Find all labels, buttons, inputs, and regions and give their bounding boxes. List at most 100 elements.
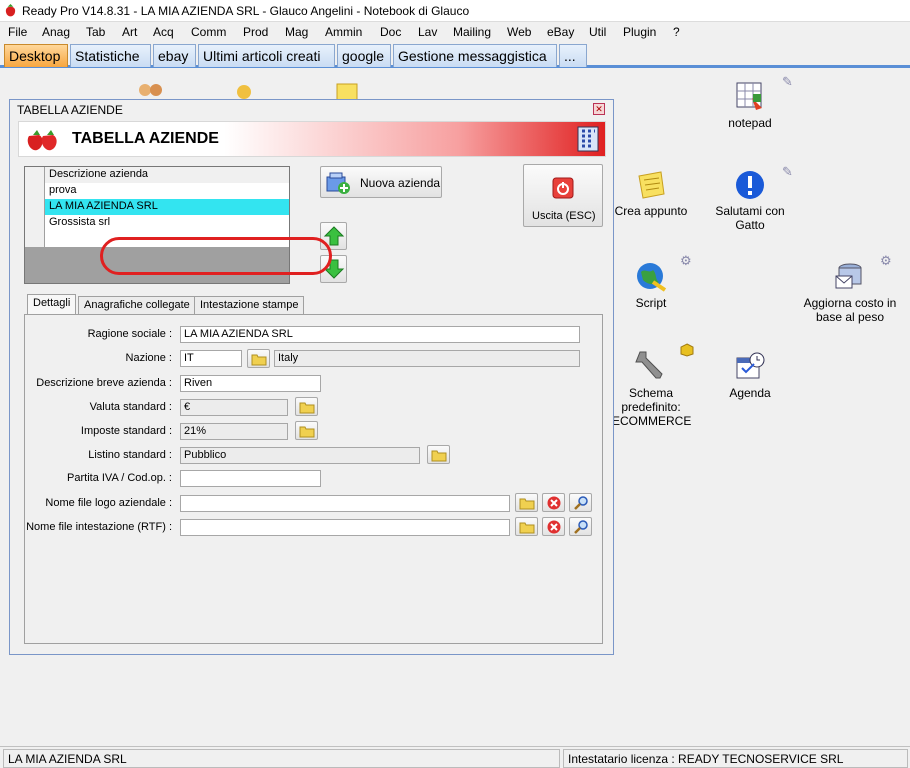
table-row[interactable]: prova	[25, 183, 289, 199]
menu-comm[interactable]: Comm	[191, 25, 226, 39]
menu-lav[interactable]: Lav	[418, 25, 437, 39]
menu-doc[interactable]: Doc	[380, 25, 401, 39]
intestazione-clear-button[interactable]	[542, 517, 565, 536]
status-bar: LA MIA AZIENDA SRL Intestatario licenza …	[0, 746, 910, 768]
add-company-icon	[326, 172, 350, 194]
valuta-field: €	[180, 399, 288, 416]
desktop-icon-notepad[interactable]: notepad	[718, 80, 782, 130]
magnifier-icon	[574, 496, 588, 510]
menu-anag[interactable]: Anag	[42, 25, 70, 39]
table-row[interactable]: LA MIA AZIENDA SRL	[25, 199, 289, 215]
worker-icon[interactable]	[232, 82, 256, 100]
imposte-browse-button[interactable]	[295, 421, 318, 440]
logo-preview-button[interactable]	[569, 493, 592, 512]
menu-mailing[interactable]: Mailing	[453, 25, 491, 39]
building-icon	[577, 126, 599, 152]
notepad-icon	[736, 82, 762, 110]
notes-icon[interactable]	[334, 80, 360, 100]
intestazione-preview-button[interactable]	[569, 517, 592, 536]
ragione-sociale-label: Ragione sociale :	[87, 328, 172, 340]
banner-title: TABELLA AZIENDE	[72, 130, 219, 147]
intestazione-file-label: Nome file intestazione (RTF) :	[26, 521, 172, 533]
tab-dettagli[interactable]: Dettagli	[27, 294, 77, 316]
nazione-label: Nazione :	[125, 352, 172, 364]
desktop-icon-script[interactable]: Script	[622, 260, 680, 310]
tab-more[interactable]: ...	[559, 44, 587, 67]
aggiorna-label: Aggiorna costo in base al peso	[803, 296, 897, 324]
tab-google[interactable]: google	[337, 44, 391, 67]
tab-ultimi-articoli[interactable]: Ultimi articoli creati	[198, 44, 335, 67]
gear-icon: ⚙	[880, 253, 892, 268]
menu-plugin[interactable]: Plugin	[623, 25, 656, 39]
users-icon[interactable]	[136, 80, 166, 100]
cube-icon	[680, 343, 694, 357]
menu-tab[interactable]: Tab	[86, 25, 105, 39]
menu-bar: File Anag Tab Art Acq Comm Prod Mag Ammi…	[0, 22, 910, 42]
status-license: Intestatario licenza : READY TECNOSERVIC…	[563, 749, 908, 768]
table-row[interactable]: Grossista srl	[25, 215, 289, 231]
annotation-highlight-ellipse	[100, 237, 332, 275]
menu-ebay[interactable]: eBay	[547, 25, 574, 39]
shortcut-icon: ✎	[782, 164, 793, 179]
menu-acq[interactable]: Acq	[153, 25, 174, 39]
status-company: LA MIA AZIENDA SRL	[3, 749, 560, 768]
descrizione-breve-field[interactable]: Riven	[180, 375, 321, 392]
listino-browse-button[interactable]	[427, 445, 450, 464]
window-title-bar: Ready Pro V14.8.31 - LA MIA AZIENDA SRL …	[0, 0, 910, 22]
notepad-label: notepad	[728, 116, 772, 130]
strawberry-app-icon	[5, 3, 16, 17]
tab-anagrafiche-collegate[interactable]: Anagrafiche collegate	[78, 296, 196, 315]
grid-header: Descrizione azienda	[45, 167, 289, 183]
uscita-button[interactable]: Uscita (ESC)	[523, 164, 603, 227]
delete-icon	[547, 496, 561, 510]
tab-ebay[interactable]: ebay	[153, 44, 196, 67]
strawberries-icon	[27, 130, 57, 151]
delete-icon	[547, 520, 561, 534]
tab-intestazione-stampe[interactable]: Intestazione stampe	[194, 296, 305, 315]
workspace-tabs: Desktop Statistiche ebay Ultimi articoli…	[0, 42, 910, 68]
dialog-title-bar: TABELLA AZIENDE	[10, 100, 613, 118]
menu-help[interactable]: ?	[673, 25, 680, 39]
imposte-field: 21%	[180, 423, 288, 440]
listino-field: Pubblico	[180, 447, 420, 464]
grid-cell[interactable]: Grossista srl	[45, 215, 289, 231]
menu-ammin[interactable]: Ammin	[325, 25, 362, 39]
logo-clear-button[interactable]	[542, 493, 565, 512]
tab-desktop[interactable]: Desktop	[4, 44, 68, 67]
desktop-icon-crea-appunto[interactable]: Crea appunto	[612, 170, 690, 218]
ragione-sociale-field[interactable]: LA MIA AZIENDA SRL	[180, 326, 580, 343]
folder-icon	[431, 450, 447, 462]
logo-browse-button[interactable]	[515, 493, 538, 512]
partita-iva-field[interactable]	[180, 470, 321, 487]
desktop-icon-schema[interactable]: Schema predefinito: ECOMMERCE	[612, 348, 691, 428]
grid-cell[interactable]: prova	[45, 183, 289, 199]
nazione-code-field[interactable]: IT	[180, 350, 242, 367]
desktop-icon-agenda[interactable]: Agenda	[720, 350, 780, 400]
valuta-browse-button[interactable]	[295, 397, 318, 416]
menu-art[interactable]: Art	[122, 25, 137, 39]
partita-iva-label: Partita IVA / Cod.op. :	[67, 472, 172, 484]
tab-gestione-messaggistica[interactable]: Gestione messaggistica	[393, 44, 557, 67]
magnifier-icon	[574, 520, 588, 534]
logo-file-field[interactable]	[180, 495, 510, 512]
menu-web[interactable]: Web	[507, 25, 531, 39]
nazione-browse-button[interactable]	[247, 349, 270, 368]
logo-file-label: Nome file logo aziendale :	[45, 497, 172, 509]
menu-util[interactable]: Util	[589, 25, 606, 39]
grid-header-row: Descrizione azienda	[25, 167, 289, 183]
nuova-azienda-label: Nuova azienda	[360, 176, 441, 190]
grid-cell-selected[interactable]: LA MIA AZIENDA SRL	[45, 199, 289, 215]
intestazione-browse-button[interactable]	[515, 517, 538, 536]
menu-prod[interactable]: Prod	[243, 25, 268, 39]
imposte-label: Imposte standard :	[80, 425, 172, 437]
tab-statistiche[interactable]: Statistiche	[70, 44, 151, 67]
gear-icon: ⚙	[680, 253, 692, 268]
close-icon[interactable]: ✕	[593, 103, 605, 115]
nuova-azienda-button[interactable]: Nuova azienda	[320, 166, 442, 198]
desktop-icon-aggiorna-costo[interactable]: Aggiorna costo in base al peso	[800, 260, 900, 324]
intestazione-file-field[interactable]	[180, 519, 510, 536]
menu-file[interactable]: File	[8, 25, 27, 39]
agenda-label: Agenda	[729, 386, 771, 400]
power-icon	[552, 177, 574, 199]
menu-mag[interactable]: Mag	[285, 25, 308, 39]
